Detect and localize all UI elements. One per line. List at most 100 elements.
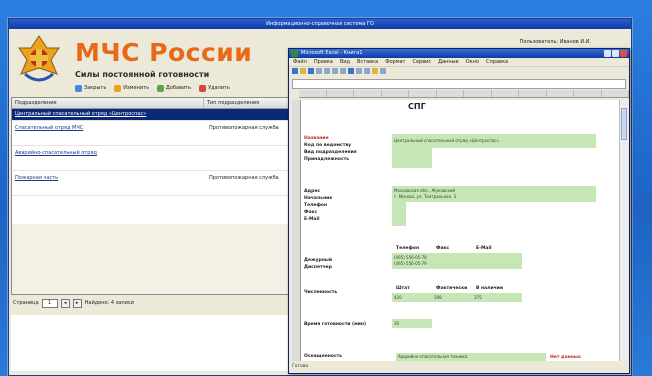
paste-icon[interactable] [340,68,346,74]
delete-icon [199,84,207,92]
delete-button[interactable]: Удалить [199,84,230,92]
print-icon[interactable] [316,68,322,74]
personnel-available: 375 [474,295,482,300]
next-page-icon[interactable]: ▸ [72,298,82,308]
contacts-header-email: E-Mail [476,246,492,251]
underline-icon[interactable] [364,68,370,74]
bold-icon[interactable] [348,68,354,74]
personnel-header-actual: Фактически [436,286,468,291]
field-label-kind: Вид подразделения [304,150,357,155]
name-value-cell[interactable]: Центральный спасательный отряд «Центросп… [392,134,596,148]
delete-label: Удалить [208,85,230,91]
pager-label: Страница [13,300,39,306]
italic-icon[interactable] [356,68,362,74]
cut-icon[interactable] [324,68,330,74]
app-title-bar[interactable]: Информационно-справочная система ГО [9,19,631,29]
field-label-address: Адрес [304,189,321,194]
spreadsheet-toolbar [289,66,629,78]
main-toolbar: Закрыть Изменить Добавить Удалить [75,82,230,94]
spreadsheet-grid[interactable]: СПГ Название Код по ведомству Вид подраз… [292,100,619,361]
emchs-emblem-icon [18,35,60,82]
open-icon[interactable] [300,68,306,74]
status-bar: Готово [292,364,309,369]
close-icon[interactable] [620,50,627,57]
contacts-value-cell[interactable]: (495) 556-05-78 (495) 556-05-79 [392,253,522,269]
add-button[interactable]: Добавить [156,84,192,92]
chief-value-cell[interactable] [392,202,406,226]
contacts-header-fax: Факс [436,246,450,251]
close-doc-label: Закрыть [84,85,107,91]
fill-color-icon[interactable] [372,68,378,74]
menu-item-window[interactable]: Окно [466,58,479,66]
code-value-cell[interactable] [392,148,432,168]
vertical-scrollbar[interactable] [619,100,628,361]
address-value-a: Московская обл., Жуковский [394,188,456,193]
edit-icon [114,84,122,92]
field-label-phone: Телефон [304,203,328,208]
brand-title: МЧС России [75,38,253,67]
unit-name-cell[interactable]: Спасательный отряд МЧС [12,121,206,145]
excel-icon [291,50,298,57]
field-label-chief: Начальник [304,196,333,201]
add-label: Добавить [165,85,192,91]
personnel-header-available: В наличии [476,286,503,291]
column-headers [299,90,629,98]
save-icon[interactable] [308,68,314,74]
equipment-value-cell[interactable]: Аварийно-спасательная техника [396,353,546,361]
unit-name-cell[interactable]: Пожарная часть [12,171,206,195]
personnel-value-cell[interactable]: 420 398 375 [392,293,522,302]
menu-item-tools[interactable]: Сервис [412,58,431,66]
field-label-name: Название [304,136,329,141]
edit-label: Изменить [123,85,149,91]
maximize-icon[interactable] [612,50,619,57]
menu-item-format[interactable]: Формат [385,58,405,66]
new-icon[interactable] [292,68,298,74]
column-header-unit[interactable]: Подразделение [12,98,204,108]
records-count: Найдено: 4 записи [84,300,134,306]
contact-phone-1: (495) 556-05-78 [394,255,427,260]
menu-item-file[interactable]: Файл [293,58,307,66]
field-label-ownership: Принадлежность [304,157,350,162]
spreadsheet-title-bar[interactable]: Microsoft Excel - Книга1 [289,49,629,58]
spreadsheet-title: Microsoft Excel - Книга1 [301,50,363,56]
personnel-staff: 420 [394,295,402,300]
scrollbar-thumb[interactable] [621,108,627,140]
field-label-email: E-Mail [304,217,320,222]
menu-item-edit[interactable]: Правка [314,58,333,66]
font-color-icon[interactable] [380,68,386,74]
sheet-title: СПГ [408,102,426,111]
address-value-cell[interactable]: Московская обл., Жуковский г. Москва, ул… [392,186,596,202]
brand-subtitle: Силы постоянной готовности [75,70,210,79]
spreadsheet-menu-bar: Файл Правка Вид Вставка Формат Сервис Да… [289,58,629,66]
field-label-readiness: Время готовности (мин) [304,322,367,327]
readiness-value-cell[interactable]: 30 [392,319,432,328]
unit-name-cell[interactable]: Центральный спасательный отряд «Центросп… [12,109,206,120]
menu-item-help[interactable]: Справка [486,58,508,66]
menu-item-data[interactable]: Данные [438,58,459,66]
formula-bar[interactable] [292,79,626,89]
menu-item-insert[interactable]: Вставка [357,58,378,66]
field-label-personnel: Численность [304,290,338,295]
field-label-code: Код по ведомству [304,143,352,148]
edit-button[interactable]: Изменить [114,84,149,92]
add-icon [156,84,164,92]
equipment-value: Аварийно-спасательная техника [398,354,468,359]
field-label-dispatcher: Диспетчер [304,265,332,270]
page-number-input[interactable]: 1 [41,298,58,308]
pager: Страница 1 ◂ ▸ Найдено: 4 записи [13,297,134,309]
menu-item-view[interactable]: Вид [340,58,350,66]
close-doc-button[interactable]: Закрыть [75,84,107,92]
contact-phone-2: (495) 556-05-79 [394,261,427,266]
prev-page-icon[interactable]: ◂ [60,298,70,308]
close-doc-icon [75,84,82,92]
copy-icon[interactable] [332,68,338,74]
window-controls [604,50,627,57]
spreadsheet-window: Microsoft Excel - Книга1 Файл Правка Вид… [288,48,630,374]
contacts-header-phone: Телефон [396,246,420,251]
minimize-icon[interactable] [604,50,611,57]
address-value-b: г. Москва, ул. Театральная, 3 [394,194,457,199]
unit-name-cell[interactable]: Аварийно-спасательный отряд [12,146,206,170]
row-headers [292,100,301,361]
user-label: Пользователь: Иванов И.И. [519,39,591,45]
readiness-value: 30 [394,321,400,326]
